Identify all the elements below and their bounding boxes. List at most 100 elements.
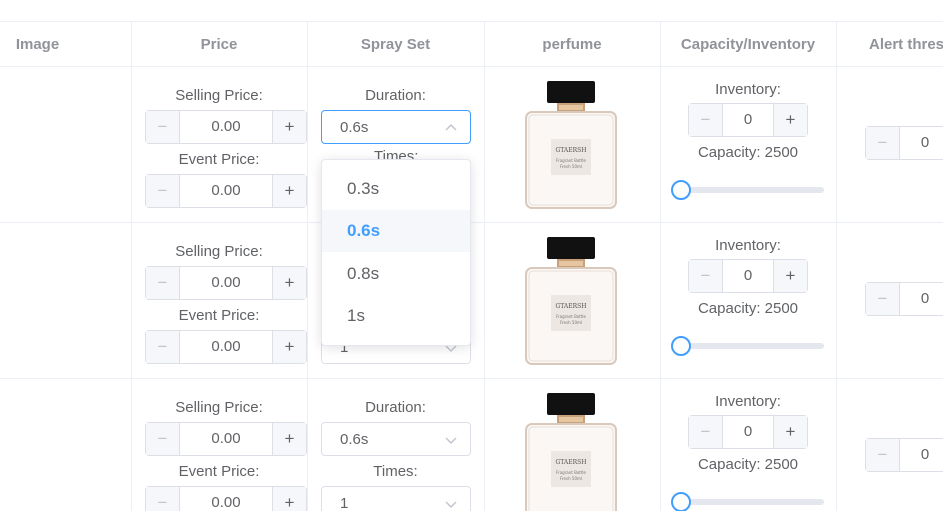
perfume-image: GTAERSH Fragrant Bottle Fresh 50ml xyxy=(525,81,617,209)
decrement-button[interactable]: − xyxy=(689,416,723,448)
bottle-line1-text: Fragrant Bottle xyxy=(556,158,587,163)
event-price-stepper[interactable]: − 0.00 + xyxy=(145,486,307,511)
chevron-down-icon xyxy=(445,501,457,508)
event-price-label: Event Price: xyxy=(178,151,260,168)
selling-price-value[interactable]: 0.00 xyxy=(180,267,272,299)
capacity-slider[interactable] xyxy=(671,336,824,356)
selling-price-label: Selling Price: xyxy=(175,243,263,260)
times-select[interactable]: 1 xyxy=(321,486,471,511)
inventory-label: Inventory: xyxy=(715,393,781,410)
col-price-header: Price xyxy=(200,36,238,53)
event-price-value[interactable]: 0.00 xyxy=(180,487,272,511)
inventory-stepper[interactable]: − 0 + xyxy=(688,259,808,293)
capacity-label: Capacity: 2500 xyxy=(697,144,799,161)
times-value: 1 xyxy=(340,495,349,511)
slider-handle[interactable] xyxy=(671,492,691,511)
increment-button[interactable]: + xyxy=(272,423,306,455)
duration-value: 0.6s xyxy=(340,431,369,448)
table-row: Selling Price: − 0.00 + Event Price: − 0… xyxy=(0,223,943,379)
increment-button[interactable]: + xyxy=(272,487,306,511)
selling-price-stepper[interactable]: − 0.00 + xyxy=(145,422,307,456)
duration-value: 0.6s xyxy=(340,119,369,136)
inventory-stepper[interactable]: − 0 + xyxy=(688,103,808,137)
event-price-label: Event Price: xyxy=(178,463,260,480)
dropdown-option-0-3s[interactable]: 0.3s xyxy=(322,168,470,210)
alert-threshold-value[interactable]: 0 xyxy=(900,439,943,471)
decrement-button[interactable]: − xyxy=(146,423,180,455)
inventory-value[interactable]: 0 xyxy=(723,416,773,448)
bottle-brand-text: GTAERSH xyxy=(555,459,586,466)
bottle-line2-text: Fresh 50ml xyxy=(560,164,582,169)
increment-button[interactable]: + xyxy=(272,331,306,363)
inventory-stepper[interactable]: − 0 + xyxy=(688,415,808,449)
chevron-up-icon xyxy=(445,124,457,131)
dropdown-option-1s[interactable]: 1s xyxy=(322,295,470,337)
alert-threshold-stepper[interactable]: − 0 + xyxy=(865,126,943,160)
bottle-line2-text: Fresh 50ml xyxy=(560,320,582,325)
bottle-brand-text: GTAERSH xyxy=(555,147,586,154)
selling-price-label: Selling Price: xyxy=(175,87,263,104)
duration-label: Duration: xyxy=(365,399,426,416)
duration-select[interactable]: 0.6s xyxy=(321,422,471,456)
decrement-button[interactable]: − xyxy=(146,487,180,511)
inventory-value[interactable]: 0 xyxy=(723,260,773,292)
alert-threshold-stepper[interactable]: − 0 + xyxy=(865,282,943,316)
alert-threshold-value[interactable]: 0 xyxy=(900,283,943,315)
dropdown-option-0-8s[interactable]: 0.8s xyxy=(322,253,470,295)
duration-select[interactable]: 0.6s xyxy=(321,110,471,144)
duration-label: Duration: xyxy=(365,87,426,104)
event-price-stepper[interactable]: − 0.00 + xyxy=(145,174,307,208)
decrement-button[interactable]: − xyxy=(866,127,900,159)
col-perfume-header: perfume xyxy=(542,36,602,53)
col-alert-header: Alert thres xyxy=(869,36,943,53)
event-price-value[interactable]: 0.00 xyxy=(180,175,272,207)
selling-price-stepper[interactable]: − 0.00 + xyxy=(145,110,307,144)
increment-button[interactable]: + xyxy=(773,416,807,448)
increment-button[interactable]: + xyxy=(773,260,807,292)
decrement-button[interactable]: − xyxy=(866,283,900,315)
capacity-label: Capacity: 2500 xyxy=(697,456,799,473)
decrement-button[interactable]: − xyxy=(689,104,723,136)
col-image-header: Image xyxy=(15,36,60,53)
capacity-slider[interactable] xyxy=(671,492,824,511)
decrement-button[interactable]: − xyxy=(689,260,723,292)
perfume-image: GTAERSH Fragrant Bottle Fresh 50ml xyxy=(525,237,617,365)
inventory-value[interactable]: 0 xyxy=(723,104,773,136)
dropdown-option-0-6s[interactable]: 0.6s xyxy=(322,210,470,252)
slider-handle[interactable] xyxy=(671,180,691,200)
bottle-brand-text: GTAERSH xyxy=(555,303,586,310)
duration-dropdown-menu: 0.3s 0.6s 0.8s 1s xyxy=(321,159,471,346)
decrement-button[interactable]: − xyxy=(146,111,180,143)
selling-price-stepper[interactable]: − 0.00 + xyxy=(145,266,307,300)
event-price-value[interactable]: 0.00 xyxy=(180,331,272,363)
times-label: Times: xyxy=(374,148,419,159)
times-label: Times: xyxy=(373,463,418,480)
selling-price-value[interactable]: 0.00 xyxy=(180,111,272,143)
chevron-down-icon xyxy=(445,437,457,444)
decrement-button[interactable]: − xyxy=(146,175,180,207)
table-row: Selling Price: − 0.00 + Event Price: − 0… xyxy=(0,67,943,223)
event-price-stepper[interactable]: − 0.00 + xyxy=(145,330,307,364)
inventory-label: Inventory: xyxy=(715,237,781,254)
increment-button[interactable]: + xyxy=(272,175,306,207)
selling-price-value[interactable]: 0.00 xyxy=(180,423,272,455)
increment-button[interactable]: + xyxy=(773,104,807,136)
capacity-label: Capacity: 2500 xyxy=(697,300,799,317)
bottle-line1-text: Fragrant Bottle xyxy=(556,470,587,475)
increment-button[interactable]: + xyxy=(272,111,306,143)
alert-threshold-value[interactable]: 0 xyxy=(900,127,943,159)
col-spray-header: Spray Set xyxy=(360,36,431,53)
alert-threshold-stepper[interactable]: − 0 + xyxy=(865,438,943,472)
increment-button[interactable]: + xyxy=(272,267,306,299)
bottle-line1-text: Fragrant Bottle xyxy=(556,314,587,319)
inventory-label: Inventory: xyxy=(715,81,781,98)
decrement-button[interactable]: − xyxy=(146,331,180,363)
decrement-button[interactable]: − xyxy=(146,267,180,299)
capacity-slider[interactable] xyxy=(671,180,824,200)
slider-handle[interactable] xyxy=(671,336,691,356)
decrement-button[interactable]: − xyxy=(866,439,900,471)
perfume-image: GTAERSH Fragrant Bottle Fresh 50ml xyxy=(525,393,617,511)
col-capacity-header: Capacity/Inventory xyxy=(680,36,816,53)
table-row: Selling Price: − 0.00 + Event Price: − 0… xyxy=(0,379,943,511)
event-price-label: Event Price: xyxy=(178,307,260,324)
